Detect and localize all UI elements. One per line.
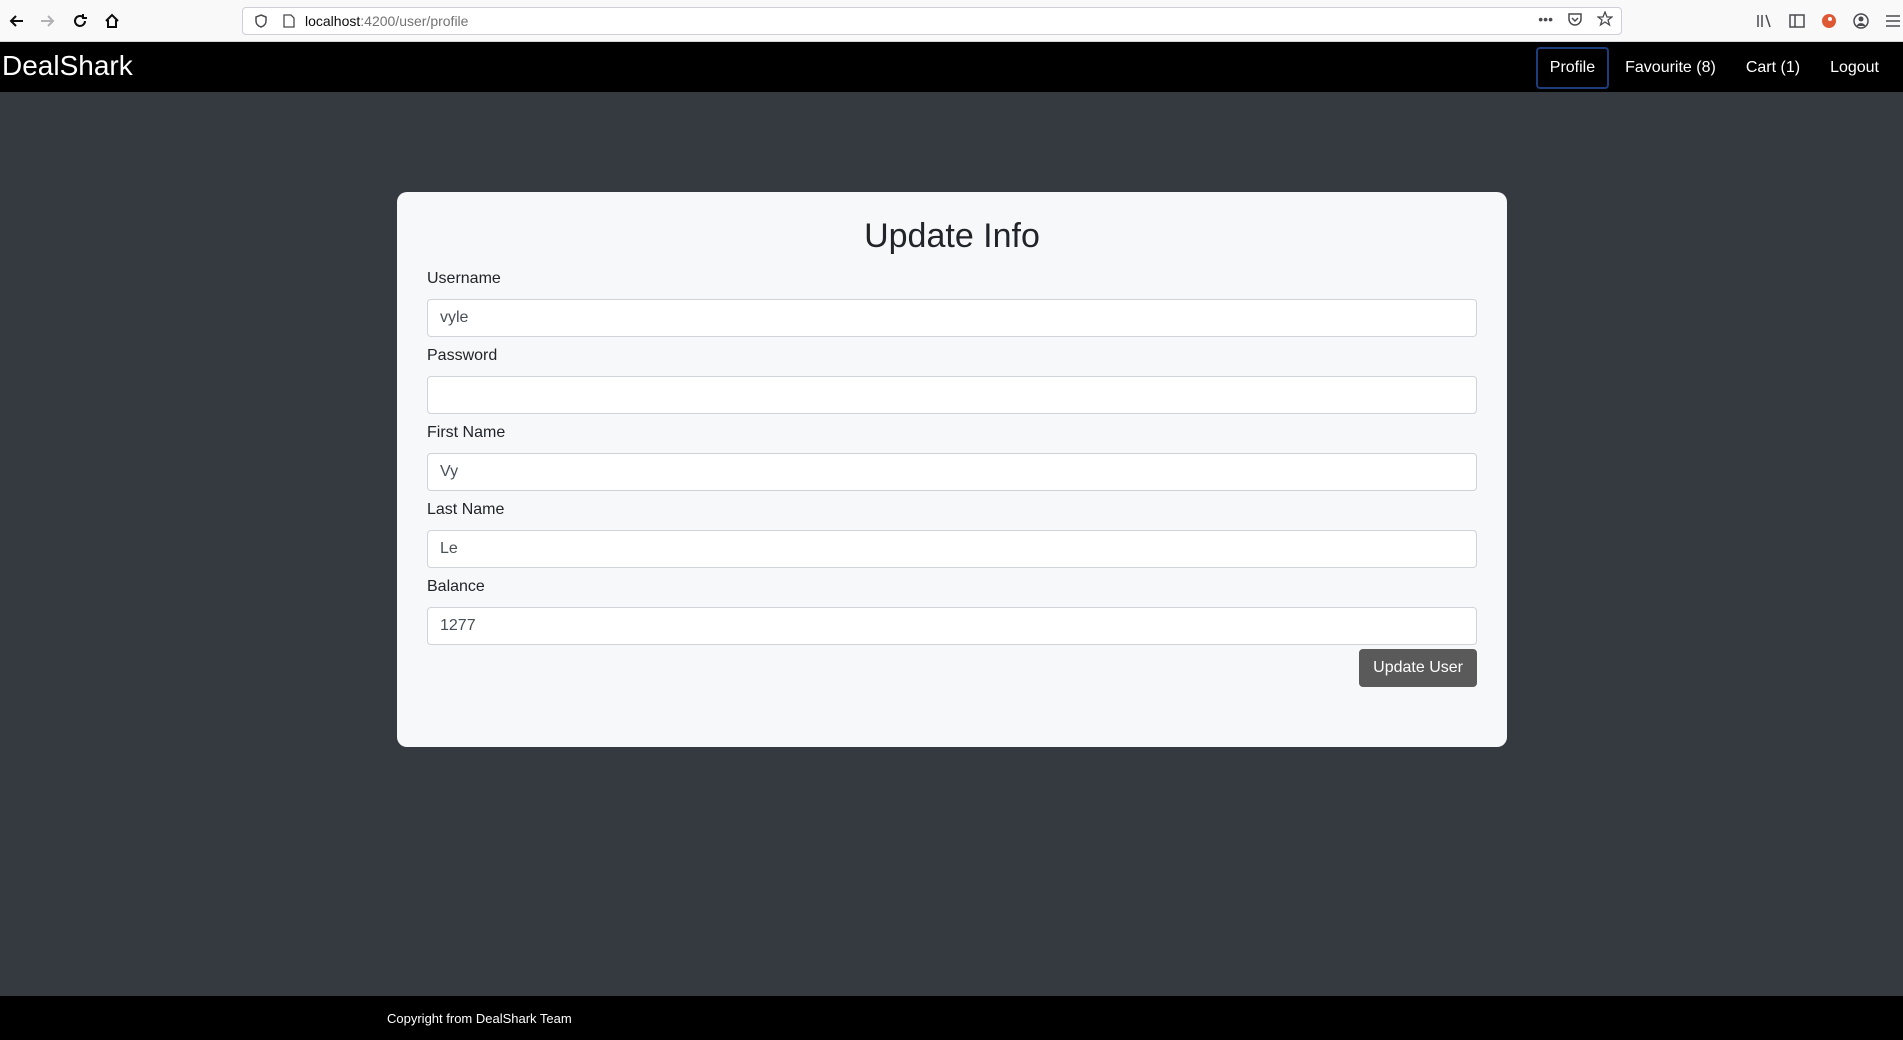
username-group: Username <box>427 270 1477 347</box>
update-user-button[interactable]: Update User <box>1359 649 1477 687</box>
shield-icon[interactable] <box>253 14 269 28</box>
more-actions-icon[interactable]: ••• <box>1538 11 1553 30</box>
pocket-icon[interactable] <box>1567 11 1583 30</box>
menu-icon[interactable] <box>1883 5 1903 37</box>
username-input[interactable] <box>427 299 1477 337</box>
library-icon[interactable] <box>1755 5 1775 37</box>
password-group: Password <box>427 347 1477 424</box>
nav-profile-link[interactable]: Profile <box>1535 47 1610 89</box>
first-name-group: First Name <box>427 424 1477 501</box>
back-icon[interactable] <box>0 5 32 37</box>
sidebar-icon[interactable] <box>1787 5 1807 37</box>
home-icon[interactable] <box>96 5 128 37</box>
app-navbar: DealShark Profile Favourite (8) Cart (1)… <box>0 42 1903 92</box>
last-name-group: Last Name <box>427 501 1477 578</box>
last-name-input[interactable] <box>427 530 1477 568</box>
brand-logo[interactable]: DealShark <box>2 50 133 82</box>
first-name-input[interactable] <box>427 453 1477 491</box>
duckduckgo-extension-icon[interactable] <box>1819 5 1839 37</box>
nav-links: Profile Favourite (8) Cart (1) Logout <box>1535 47 1903 89</box>
update-info-card: Update Info Username Password First Name… <box>397 192 1507 747</box>
password-input[interactable] <box>427 376 1477 414</box>
forward-icon[interactable] <box>32 5 64 37</box>
first-name-label: First Name <box>427 424 506 441</box>
nav-logout-link[interactable]: Logout <box>1816 47 1893 89</box>
page-icon[interactable] <box>281 14 297 28</box>
form-title: Update Info <box>864 217 1040 255</box>
bookmark-star-icon[interactable] <box>1596 10 1614 30</box>
page-footer: Copyright from DealShark Team <box>0 996 1903 1040</box>
url-path: :4200/user/profile <box>360 13 469 29</box>
footer-copyright: Copyright from DealShark Team <box>387 1011 572 1026</box>
balance-group: Balance <box>427 578 1477 655</box>
url-host: localhost <box>305 13 361 29</box>
balance-input[interactable] <box>427 607 1477 645</box>
balance-label: Balance <box>427 578 485 595</box>
nav-cart-link[interactable]: Cart (1) <box>1732 47 1814 89</box>
reload-icon[interactable] <box>64 5 96 37</box>
password-label: Password <box>427 347 498 364</box>
browser-toolbar: localhost:4200/user/profile ••• <box>0 0 1903 42</box>
username-label: Username <box>427 270 501 287</box>
nav-favourite-link[interactable]: Favourite (8) <box>1611 47 1730 89</box>
url-bar[interactable]: localhost:4200/user/profile ••• <box>242 7 1622 35</box>
last-name-label: Last Name <box>427 501 505 518</box>
account-icon[interactable] <box>1851 5 1871 37</box>
